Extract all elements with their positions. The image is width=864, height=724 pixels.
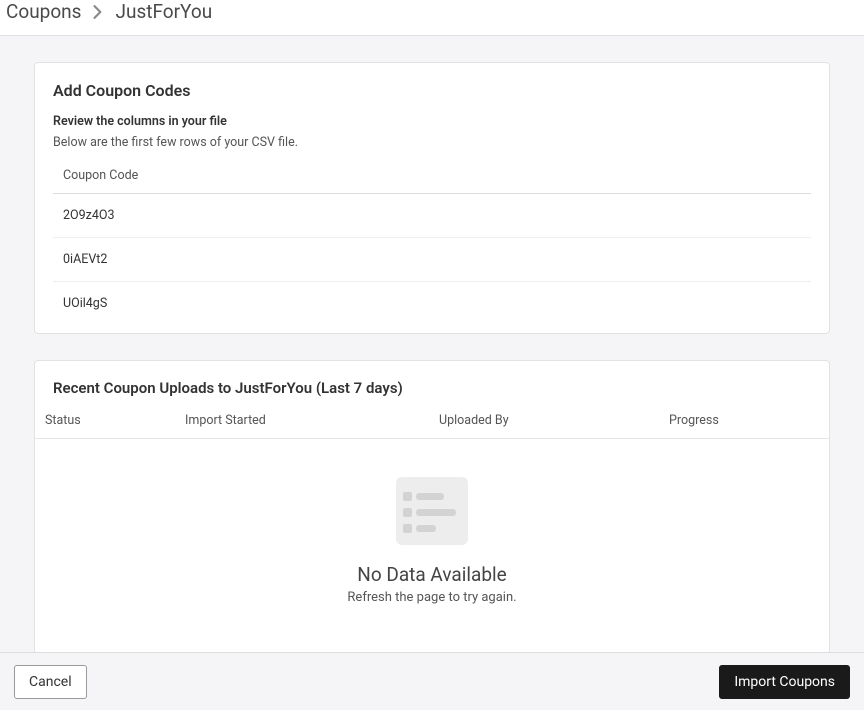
card-heading: Add Coupon Codes (35, 81, 829, 114)
review-subheading: Review the columns in your file (35, 114, 829, 135)
coupon-preview-table: Coupon Code 2O9z4O3 0iAEVt2 UOil4gS (35, 162, 829, 333)
col-import-started: Import Started (185, 413, 439, 428)
empty-state-title: No Data Available (357, 563, 506, 586)
recent-uploads-heading: Recent Coupon Uploads to JustForYou (Las… (35, 379, 829, 413)
col-progress: Progress (669, 413, 819, 428)
breadcrumb: Coupons JustForYou (6, 0, 858, 23)
preview-column-header: Coupon Code (53, 162, 811, 194)
table-row: 2O9z4O3 (53, 194, 811, 238)
uploads-table-header: Status Import Started Uploaded By Progre… (35, 413, 829, 439)
breadcrumb-current: JustForYou (115, 0, 212, 23)
footer-bar: Cancel Import Coupons (0, 652, 864, 710)
cancel-button[interactable]: Cancel (14, 665, 87, 699)
empty-state: No Data Available Refresh the page to tr… (35, 439, 829, 652)
import-coupons-button[interactable]: Import Coupons (719, 665, 850, 699)
col-status: Status (45, 413, 185, 428)
empty-state-description: Refresh the page to try again. (347, 590, 516, 605)
no-data-icon (393, 477, 471, 545)
recent-uploads-card: Recent Coupon Uploads to JustForYou (Las… (34, 360, 830, 652)
add-coupon-codes-card: Add Coupon Codes Review the columns in y… (34, 62, 830, 334)
chevron-right-icon (93, 5, 103, 19)
col-uploaded-by: Uploaded By (439, 413, 669, 428)
main-content: Add Coupon Codes Review the columns in y… (0, 36, 864, 652)
table-row: 0iAEVt2 (53, 238, 811, 282)
breadcrumb-parent[interactable]: Coupons (6, 0, 81, 23)
table-row: UOil4gS (53, 282, 811, 333)
review-description: Below are the first few rows of your CSV… (35, 135, 829, 162)
